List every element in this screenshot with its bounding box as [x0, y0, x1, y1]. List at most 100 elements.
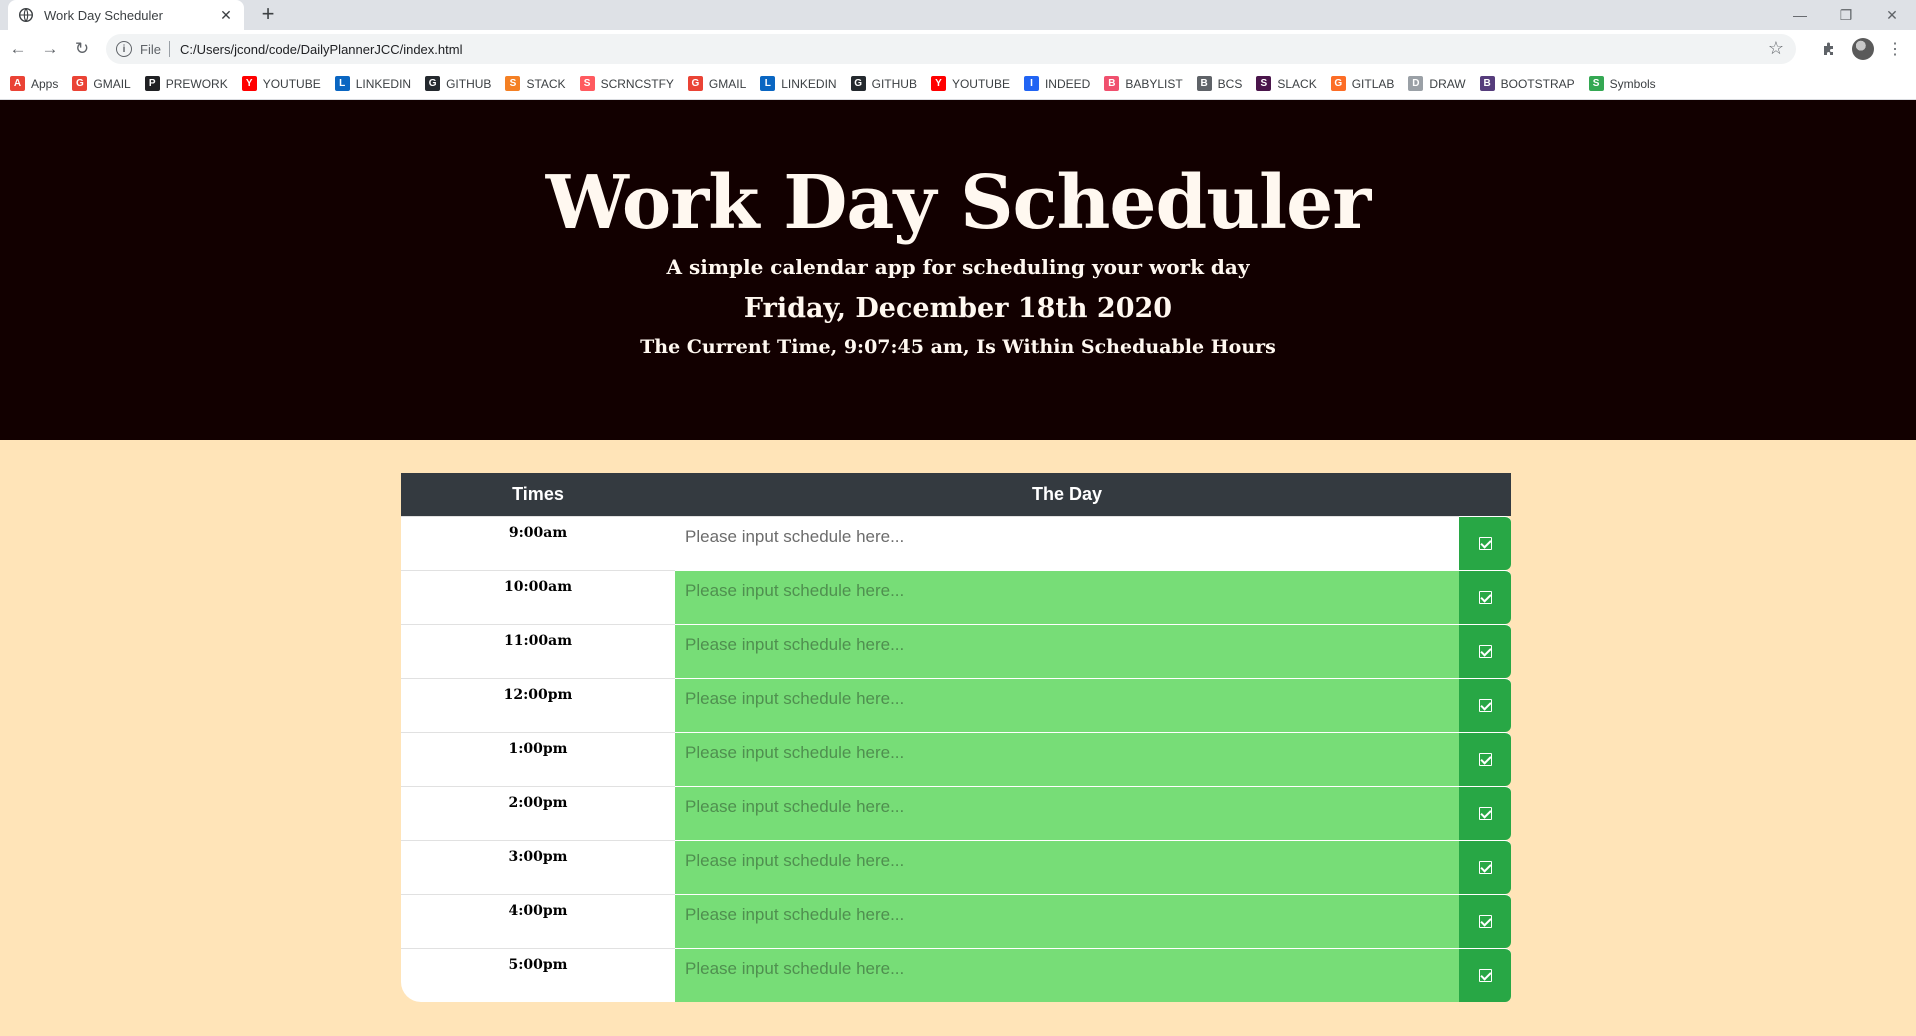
address-bar[interactable]: i File C:/Users/jcond/code/DailyPlannerJ…: [106, 34, 1796, 64]
close-tab-icon[interactable]: ✕: [218, 7, 234, 24]
bookmark-star-icon[interactable]: ☆: [1768, 38, 1784, 59]
bookmark-item[interactable]: S SCRNCSTFY: [579, 76, 674, 91]
bookmark-label: INDEED: [1044, 76, 1091, 91]
youtube-icon: Y: [241, 76, 257, 91]
linkedin-icon: L: [760, 76, 776, 91]
minimize-icon[interactable]: —: [1777, 0, 1823, 30]
bookmark-item[interactable]: B BCS: [1196, 76, 1243, 91]
bookmark-label: BCS: [1217, 76, 1243, 91]
hour-label: 11:00am: [401, 624, 675, 678]
current-time-status: The Current Time, 9:07:45 am, Is Within …: [640, 336, 1276, 358]
bookmark-item[interactable]: I INDEED: [1023, 76, 1091, 91]
apps-grid-icon: A: [10, 76, 25, 91]
bookmark-item[interactable]: G GMAIL: [687, 76, 747, 91]
schedule-input[interactable]: [675, 948, 1459, 1002]
schedule-input[interactable]: [675, 678, 1459, 732]
hour-label: 12:00pm: [401, 678, 675, 732]
back-icon[interactable]: ←: [6, 37, 30, 61]
tab-title: Work Day Scheduler: [44, 7, 163, 23]
schedule-input[interactable]: [675, 732, 1459, 786]
bookmark-label: GMAIL: [708, 76, 747, 91]
time-block-row: 5:00pm: [401, 948, 1511, 1002]
menu-kebab-icon[interactable]: ⋮: [1884, 38, 1906, 60]
day-column-header: The Day: [1031, 484, 1103, 504]
bookmark-item[interactable]: G GMAIL: [72, 76, 131, 91]
schedule-input[interactable]: [675, 570, 1459, 624]
save-button[interactable]: [1459, 678, 1511, 732]
bookmark-item[interactable]: S SLACK: [1256, 76, 1317, 91]
save-button[interactable]: [1459, 786, 1511, 840]
schedule-input[interactable]: [675, 840, 1459, 894]
tab-strip: Work Day Scheduler ✕ + — ❐ ✕: [0, 0, 1916, 30]
bookmark-item[interactable]: B BABYLIST: [1104, 76, 1183, 91]
bookmark-item[interactable]: A Apps: [10, 76, 58, 91]
time-block-row: 12:00pm: [401, 678, 1511, 732]
check-square-icon: [1478, 537, 1492, 550]
bookmark-item[interactable]: Y YOUTUBE: [241, 76, 321, 91]
time-block-row: 10:00am: [401, 570, 1511, 624]
bookmark-item[interactable]: S STACK: [505, 76, 566, 91]
url-separator: [168, 41, 170, 57]
github-icon: G: [425, 76, 441, 91]
extensions-icon[interactable]: [1818, 38, 1840, 60]
bookmark-item[interactable]: G GITHUB: [425, 76, 491, 91]
pen-icon: D: [1408, 76, 1424, 91]
new-tab-button[interactable]: +: [256, 3, 280, 27]
save-button[interactable]: [1459, 948, 1511, 1002]
hour-label: 3:00pm: [401, 840, 675, 894]
bookmark-item[interactable]: B BOOTSTRAP: [1479, 76, 1575, 91]
bookmark-item[interactable]: L LINKEDIN: [760, 76, 837, 91]
screencastify-icon: S: [579, 76, 595, 91]
bookmark-item[interactable]: L LINKEDIN: [334, 76, 412, 91]
gitlab-icon: G: [1330, 76, 1346, 91]
save-button[interactable]: [1459, 840, 1511, 894]
bookmark-item[interactable]: G GITHUB: [850, 76, 917, 91]
gmail-icon: G: [72, 76, 88, 91]
page-title: Work Day Scheduler: [545, 160, 1371, 246]
schedule-input[interactable]: [675, 786, 1459, 840]
hour-label: 10:00am: [401, 570, 675, 624]
bookmark-label: GITLAB: [1351, 76, 1395, 91]
info-icon[interactable]: i: [116, 41, 132, 57]
reload-icon[interactable]: ↻: [70, 37, 94, 61]
bookmark-item[interactable]: D DRAW: [1408, 76, 1466, 91]
stackoverflow-icon: S: [505, 76, 521, 91]
bookmark-item[interactable]: S Symbols: [1588, 76, 1656, 91]
time-block-row: 1:00pm: [401, 732, 1511, 786]
bookmark-label: LINKEDIN: [355, 76, 412, 91]
schedule-input[interactable]: [675, 894, 1459, 948]
schedule-input[interactable]: [675, 516, 1459, 570]
bookmark-label: BOOTSTRAP: [1500, 76, 1575, 91]
save-button[interactable]: [1459, 624, 1511, 678]
current-date: Friday, December 18th 2020: [743, 293, 1173, 324]
restore-icon[interactable]: ❐: [1823, 0, 1869, 30]
linkedin-icon: L: [334, 76, 350, 91]
hour-label: 5:00pm: [401, 948, 675, 1002]
check-square-icon: [1478, 861, 1492, 874]
github-icon: G: [850, 76, 866, 91]
slack-icon: S: [1256, 76, 1272, 91]
browser-tab[interactable]: Work Day Scheduler ✕: [8, 0, 244, 30]
forward-icon[interactable]: →: [38, 37, 62, 61]
planner-rows: 9:00am10:00am11:00am12:00pm1:00pm2:00pm3…: [401, 516, 1511, 1002]
save-button[interactable]: [1459, 516, 1511, 570]
save-button[interactable]: [1459, 732, 1511, 786]
close-window-icon[interactable]: ✕: [1869, 0, 1915, 30]
schedule-input[interactable]: [675, 624, 1459, 678]
bookmark-label: Symbols: [1609, 76, 1656, 91]
bookmark-item[interactable]: Y YOUTUBE: [930, 76, 1010, 91]
profile-avatar[interactable]: [1852, 38, 1874, 60]
bookmark-label: PREWORK: [165, 76, 228, 91]
url-text[interactable]: C:/Users/jcond/code/DailyPlannerJCC/inde…: [180, 42, 463, 57]
check-square-icon: [1478, 969, 1492, 982]
bookmark-label: BABYLIST: [1125, 76, 1183, 91]
bookmark-item[interactable]: G GITLAB: [1330, 76, 1395, 91]
bookmark-item[interactable]: P PREWORK: [144, 76, 228, 91]
url-scheme: File: [140, 41, 161, 57]
save-button[interactable]: [1459, 570, 1511, 624]
globe-icon: [18, 7, 34, 23]
save-button[interactable]: [1459, 894, 1511, 948]
hour-label: 1:00pm: [401, 732, 675, 786]
time-block-row: 2:00pm: [401, 786, 1511, 840]
planner-header: Times The Day: [401, 473, 1511, 516]
